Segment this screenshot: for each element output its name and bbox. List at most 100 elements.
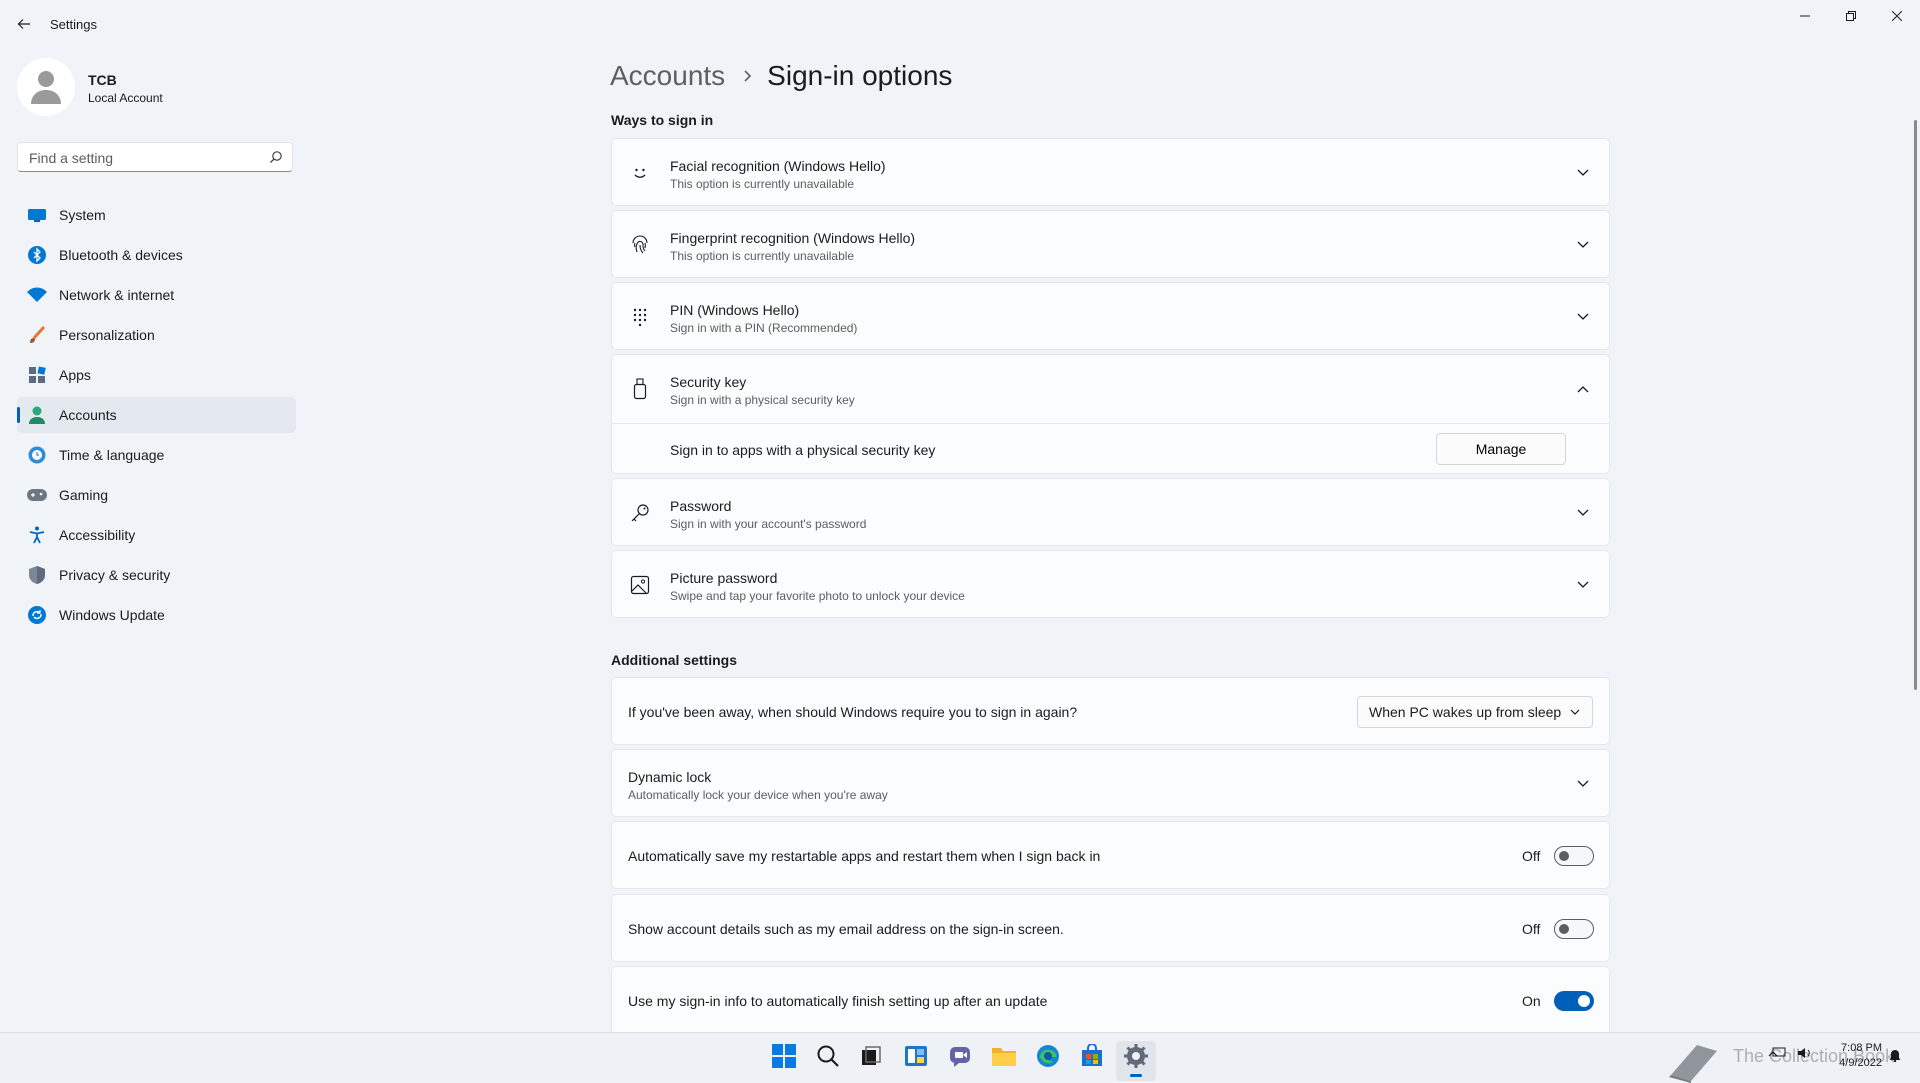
setting-label: If you've been away, when should Windows… bbox=[628, 704, 1078, 720]
fingerprint-icon bbox=[628, 233, 652, 257]
sidebar-item-apps[interactable]: Apps bbox=[17, 357, 296, 393]
sidebar-item-label: System bbox=[59, 207, 106, 223]
option-subtitle: This option is currently unavailable bbox=[670, 249, 855, 263]
chat-icon[interactable] bbox=[940, 1041, 980, 1081]
chevron-down-icon bbox=[1570, 709, 1580, 715]
sidebar-item-gaming[interactable]: Gaming bbox=[17, 477, 296, 513]
taskbar: The Collection Book 7:08 PM 4/9/2022 bbox=[0, 1032, 1920, 1083]
chevron-down-icon[interactable] bbox=[1573, 235, 1593, 255]
setting-account-details: Show account details such as my email ad… bbox=[611, 894, 1610, 962]
manage-button[interactable]: Manage bbox=[1436, 433, 1566, 465]
signin-option-picture-password[interactable]: Picture password Swipe and tap your favo… bbox=[611, 550, 1610, 618]
setting-dynamic-lock[interactable]: Dynamic lock Automatically lock your dev… bbox=[611, 749, 1610, 817]
account-details-toggle[interactable] bbox=[1554, 919, 1594, 939]
back-button[interactable] bbox=[12, 12, 36, 36]
chevron-right-icon bbox=[744, 70, 752, 82]
search-input[interactable] bbox=[27, 148, 261, 168]
sidebar-item-accessibility[interactable]: Accessibility bbox=[17, 517, 296, 553]
minimize-icon bbox=[1800, 15, 1810, 17]
display-icon[interactable] bbox=[1772, 1047, 1786, 1062]
restore-icon bbox=[1846, 11, 1856, 21]
sidebar-item-label: Accounts bbox=[59, 407, 117, 423]
minimize-button[interactable] bbox=[1782, 0, 1828, 32]
task-view-icon[interactable] bbox=[851, 1041, 891, 1081]
sidebar-item-accounts[interactable]: Accounts bbox=[17, 397, 296, 433]
sidebar-item-network[interactable]: Network & internet bbox=[17, 277, 296, 313]
restore-button[interactable] bbox=[1828, 0, 1874, 32]
gamepad-icon bbox=[27, 485, 47, 505]
sidebar-item-bluetooth[interactable]: Bluetooth & devices bbox=[17, 237, 296, 273]
sidebar-item-system[interactable]: System bbox=[17, 197, 296, 233]
picture-icon bbox=[628, 573, 652, 597]
setting-require-signin: If you've been away, when should Windows… bbox=[611, 677, 1610, 745]
search-icon[interactable] bbox=[808, 1041, 848, 1081]
start-icon[interactable] bbox=[764, 1041, 804, 1081]
signin-option-password[interactable]: Password Sign in with your account's pas… bbox=[611, 478, 1610, 546]
option-subtitle: This option is currently unavailable bbox=[670, 177, 855, 191]
sidebar-item-label: Time & language bbox=[59, 447, 165, 463]
sidebar-item-privacy-security[interactable]: Privacy & security bbox=[17, 557, 296, 593]
signin-option-facial[interactable]: Facial recognition (Windows Hello) This … bbox=[611, 138, 1610, 206]
settings-icon[interactable] bbox=[1116, 1041, 1156, 1081]
apps-icon bbox=[27, 365, 47, 385]
chevron-down-icon[interactable] bbox=[1573, 307, 1593, 327]
toggle-knob bbox=[1559, 851, 1569, 861]
setting-label: Show account details such as my email ad… bbox=[628, 921, 1064, 937]
search-box[interactable] bbox=[17, 142, 293, 172]
option-title: Fingerprint recognition (Windows Hello) bbox=[670, 230, 916, 246]
security-key-detail-label: Sign in to apps with a physical security… bbox=[670, 442, 936, 458]
sidebar-item-time-language[interactable]: Time & language bbox=[17, 437, 296, 473]
sidebar-item-windows-update[interactable]: Windows Update bbox=[17, 597, 296, 633]
user-profile[interactable]: TCB Local Account bbox=[17, 58, 297, 122]
setting-label: Use my sign-in info to automatically fin… bbox=[628, 993, 1048, 1009]
close-button[interactable] bbox=[1874, 0, 1920, 32]
wifi-icon bbox=[27, 285, 47, 305]
selection-indicator bbox=[17, 407, 20, 423]
volume-icon[interactable] bbox=[1797, 1047, 1813, 1062]
setting-subtitle: Automatically lock your device when you'… bbox=[628, 788, 888, 802]
signin-option-pin[interactable]: PIN (Windows Hello) Sign in with a PIN (… bbox=[611, 282, 1610, 350]
person-silhouette-icon bbox=[31, 71, 61, 104]
store-icon[interactable] bbox=[1072, 1041, 1112, 1081]
file-explorer-icon[interactable] bbox=[984, 1041, 1024, 1081]
search-icon[interactable] bbox=[269, 150, 283, 164]
require-signin-dropdown[interactable]: When PC wakes up from sleep bbox=[1357, 696, 1593, 728]
chevron-up-icon[interactable] bbox=[1573, 379, 1593, 399]
breadcrumb: Accounts Sign-in options bbox=[610, 56, 952, 96]
breadcrumb-parent[interactable]: Accounts bbox=[610, 60, 725, 92]
book-icon bbox=[1669, 1045, 1717, 1083]
setting-label: Automatically save my restartable apps a… bbox=[628, 848, 1101, 864]
notification-icon[interactable] bbox=[1888, 1048, 1902, 1065]
restartable-apps-toggle[interactable] bbox=[1554, 846, 1594, 866]
account-type: Local Account bbox=[88, 91, 163, 105]
clock-time: 7:08 PM bbox=[1841, 1042, 1882, 1054]
setting-signin-info: Use my sign-in info to automatically fin… bbox=[611, 966, 1610, 1032]
sidebar-item-label: Network & internet bbox=[59, 287, 175, 303]
clock-date: 4/9/2022 bbox=[1839, 1057, 1882, 1069]
sidebar-item-label: Gaming bbox=[59, 487, 109, 503]
sidebar-item-personalization[interactable]: Personalization bbox=[17, 317, 296, 353]
system-clock[interactable]: 7:08 PM 4/9/2022 bbox=[1826, 1041, 1882, 1071]
usb-key-icon bbox=[628, 377, 652, 401]
widgets-icon[interactable] bbox=[896, 1041, 936, 1081]
brush-icon bbox=[27, 325, 47, 345]
option-title: PIN (Windows Hello) bbox=[670, 302, 800, 318]
divider bbox=[612, 423, 1609, 424]
signin-info-toggle[interactable] bbox=[1554, 991, 1594, 1011]
toggle-state-label: On bbox=[1522, 993, 1541, 1009]
monitor-icon bbox=[27, 205, 47, 225]
chevron-down-icon[interactable] bbox=[1573, 163, 1593, 183]
vertical-scrollbar[interactable] bbox=[1914, 120, 1917, 690]
chevron-down-icon[interactable] bbox=[1573, 575, 1593, 595]
signin-option-fingerprint[interactable]: Fingerprint recognition (Windows Hello) … bbox=[611, 210, 1610, 278]
avatar bbox=[17, 58, 75, 116]
title-bar: Settings bbox=[0, 0, 1920, 48]
chevron-down-icon[interactable] bbox=[1573, 774, 1593, 794]
page-title: Sign-in options bbox=[767, 60, 953, 91]
bluetooth-icon bbox=[27, 245, 47, 265]
option-title: Picture password bbox=[670, 570, 778, 586]
sidebar-nav: System Bluetooth & devices Network & int… bbox=[17, 197, 296, 637]
chevron-down-icon[interactable] bbox=[1573, 503, 1593, 523]
edge-icon[interactable] bbox=[1028, 1041, 1068, 1081]
signin-option-security-key[interactable]: Security key Sign in with a physical sec… bbox=[611, 354, 1610, 474]
